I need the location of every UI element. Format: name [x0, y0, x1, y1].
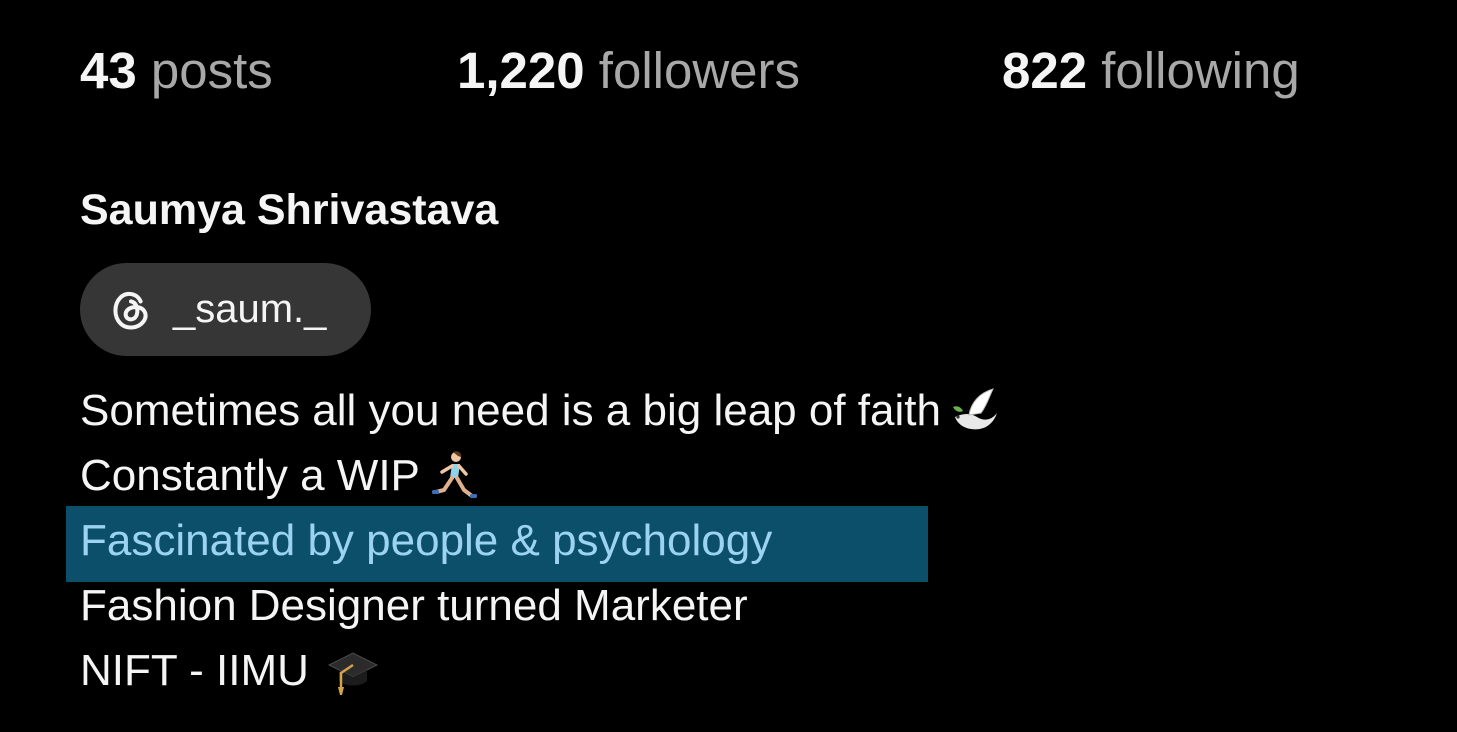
bio-text: Sometimes all you need is a big leap of … [80, 386, 941, 435]
bio-line: NIFT - IIMU [80, 638, 1280, 703]
profile-stats: 43 posts 1,220 followers 822 following [80, 38, 1380, 104]
bio-line: Sometimes all you need is a big leap of … [80, 378, 1280, 443]
followers-number: 1,220 [457, 42, 585, 99]
posts-count: 43 posts [80, 38, 273, 104]
following-number: 822 [1002, 42, 1088, 99]
profile-name: Saumya Shrivastava [80, 186, 499, 234]
threads-handle: _saum._ [173, 287, 327, 331]
bio-line: Constantly a WIP [80, 443, 1280, 508]
followers-link[interactable]: 1,220 followers [457, 38, 800, 104]
followers-label: followers [598, 42, 801, 99]
dove-emoji [947, 383, 1003, 439]
threads-profile-link[interactable]: _saum._ [80, 263, 371, 356]
profile-bio: Sometimes all you need is a big leap of … [66, 378, 1280, 703]
following-link[interactable]: 822 following [1002, 38, 1300, 104]
bio-line-selected: Fascinated by people & psychology [66, 506, 1280, 582]
threads-icon [108, 287, 154, 333]
bio-text: Constantly a WIP [80, 451, 420, 500]
posts-label: posts [150, 42, 273, 99]
bio-text: Fashion Designer turned Marketer [80, 581, 748, 630]
bio-text: NIFT - IIMU [80, 646, 309, 695]
bio-text: Fascinated by people & psychology [80, 516, 773, 565]
following-label: following [1101, 42, 1300, 99]
posts-number: 43 [80, 42, 137, 99]
runner-emoji [426, 448, 482, 504]
bio-line: Fashion Designer turned Marketer [80, 573, 1280, 638]
graduation-cap-emoji [325, 643, 381, 699]
